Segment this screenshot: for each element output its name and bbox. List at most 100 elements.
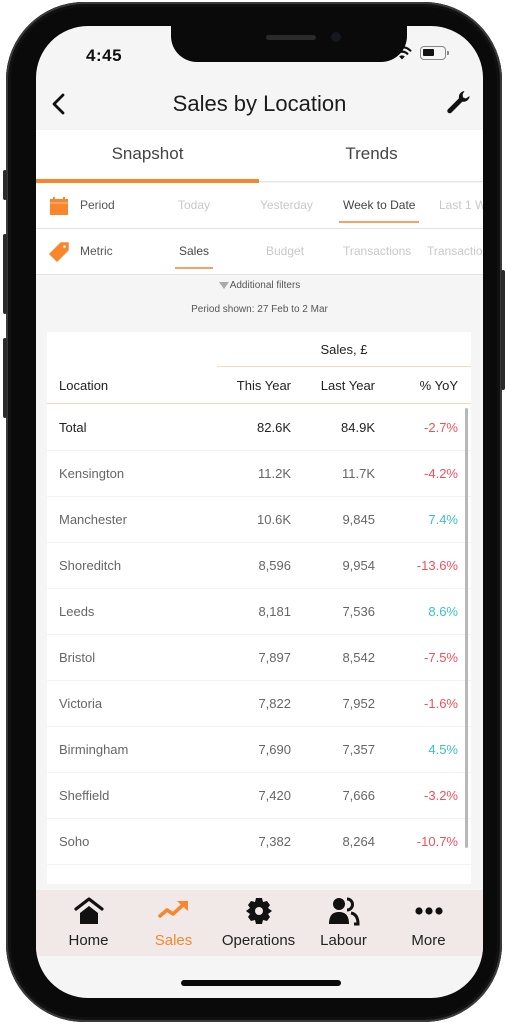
cell-last-year: 9,954 [342, 558, 375, 573]
cell-this-year: 82.6K [257, 420, 291, 435]
metric-option-transactions[interactable]: Transactions [343, 244, 411, 258]
table-row[interactable]: Kensington 11.2K 11.7K -4.2% [47, 451, 471, 497]
cell-location: Soho [59, 834, 90, 849]
cell-location: Bristol [59, 650, 96, 665]
side-button-volume-down [3, 338, 7, 418]
metric-label: Metric [80, 244, 113, 258]
cell-location: Sheffield [59, 788, 110, 803]
table-body: Total 82.6K 84.9K -2.7% Kensington 11.2K 11.7K… [47, 405, 471, 865]
tab-bar: Snapshot Trends [36, 130, 483, 183]
home-icon [73, 897, 104, 924]
table-row[interactable]: Manchester 10.6K 9,845 7.4% [47, 497, 471, 543]
cell-this-year: 11.2K [257, 466, 291, 481]
table-row[interactable]: Leeds 8,181 7,536 8.6% [47, 589, 471, 635]
cell-yoy: -2.7% [424, 420, 458, 435]
table-row[interactable]: Birmingham 7,690 7,357 4.5% [47, 727, 471, 773]
cell-this-year: 7,822 [258, 696, 291, 711]
status-time: 4:45 [86, 46, 123, 65]
cell-this-year: 8,596 [258, 558, 291, 573]
nav-more-label: More [411, 932, 446, 949]
scrollbar[interactable] [465, 408, 468, 848]
cell-location: Leeds [59, 604, 95, 619]
additional-filters-label: Additional filters [229, 280, 301, 291]
calendar-icon [50, 197, 68, 215]
cell-this-year: 7,382 [258, 834, 291, 849]
nav-more[interactable]: More [384, 890, 473, 956]
column-header-yoy[interactable]: % YoY [420, 367, 458, 404]
cell-this-year: 7,897 [258, 650, 291, 665]
cell-this-year: 8,181 [258, 604, 291, 619]
cell-this-year: 7,420 [258, 788, 291, 803]
cell-this-year: 7,690 [258, 742, 291, 757]
period-option-last-1-week[interactable]: Last 1 We [439, 198, 483, 212]
metric-option-transactions-2[interactable]: Transactio [427, 244, 483, 258]
group-header-sales: Sales, £ [217, 332, 471, 367]
period-option-yesterday[interactable]: Yesterday [260, 198, 313, 212]
cell-yoy: 4.5% [428, 742, 458, 757]
cell-last-year: 7,952 [342, 696, 375, 711]
wrench-icon[interactable] [444, 88, 472, 116]
cell-last-year: 7,536 [342, 604, 375, 619]
phone-frame: 4:45 Sales by Location Snapshot Trends P… [3, 2, 505, 1022]
tab-snapshot[interactable]: Snapshot [36, 130, 259, 183]
cell-last-year: 9,845 [342, 512, 375, 527]
metric-option-sales[interactable]: Sales [174, 244, 214, 269]
side-button-silent [3, 170, 7, 200]
cell-location: Kensington [59, 466, 125, 481]
table-header-row: Location This Year Last Year % YoY [47, 367, 471, 404]
column-header-last-year[interactable]: Last Year [321, 367, 375, 404]
home-indicator [181, 980, 341, 986]
screen: 4:45 Sales by Location Snapshot Trends P… [36, 26, 483, 998]
side-button-power [501, 270, 505, 390]
table-row[interactable]: Sheffield 7,420 7,666 -3.2% [47, 773, 471, 819]
battery-icon [420, 46, 449, 60]
bottom-nav: Home Sales Operations Labour More [36, 890, 483, 956]
tag-icon [49, 242, 69, 262]
notch [171, 26, 407, 62]
cell-last-year: 8,264 [342, 834, 375, 849]
cell-location: Victoria [59, 696, 103, 711]
cell-yoy: -4.2% [424, 466, 458, 481]
table-row-total[interactable]: Total 82.6K 84.9K -2.7% [47, 405, 471, 451]
cell-last-year: 84.9K [341, 420, 375, 435]
cell-location: Shoreditch [59, 558, 122, 573]
period-label: Period [80, 198, 115, 212]
tab-trends[interactable]: Trends [260, 130, 483, 182]
cell-yoy: -13.6% [416, 558, 458, 573]
sales-table: Sales, £ Location This Year Last Year % … [47, 332, 471, 884]
metric-option-budget[interactable]: Budget [266, 244, 304, 258]
period-filter-row: Period Today Yesterday Week to Date Last… [36, 183, 483, 229]
column-header-location[interactable]: Location [59, 367, 108, 404]
period-option-week-to-date[interactable]: Week to Date [338, 198, 420, 223]
page-title: Sales by Location [172, 91, 347, 116]
additional-filters-button[interactable]: Additional filters [36, 280, 483, 291]
cell-yoy: 8.6% [428, 604, 458, 619]
table-row[interactable]: Shoreditch 8,596 9,954 -13.6% [47, 543, 471, 589]
people-icon [328, 897, 360, 926]
cell-location: Manchester [59, 512, 127, 527]
table-row[interactable]: Soho 7,382 8,264 -10.7% [47, 819, 471, 865]
table-row[interactable]: Bristol 7,897 8,542 -7.5% [47, 635, 471, 681]
period-option-today[interactable]: Today [178, 198, 210, 212]
filter-funnel-icon [218, 281, 229, 289]
cell-last-year: 11.7K [341, 466, 375, 481]
cell-yoy: -3.2% [424, 788, 458, 803]
speaker [266, 35, 316, 40]
more-dots-icon [414, 907, 443, 915]
cell-location: Total [59, 420, 87, 435]
cell-yoy: -7.5% [424, 650, 458, 665]
cell-last-year: 7,357 [342, 742, 375, 757]
period-shown-text: Period shown: 27 Feb to 2 Mar [191, 304, 328, 315]
cell-location: Birmingham [59, 742, 129, 757]
cell-yoy: -1.6% [424, 696, 458, 711]
metric-filter-row: Metric Sales Budget Transactions Transac… [36, 229, 483, 275]
cell-yoy: -10.7% [416, 834, 458, 849]
cell-yoy: 7.4% [428, 512, 458, 527]
gear-icon [245, 898, 272, 924]
trending-up-icon [157, 901, 188, 918]
table-row[interactable]: Victoria 7,822 7,952 -1.6% [47, 681, 471, 727]
cell-last-year: 8,542 [342, 650, 375, 665]
column-header-this-year[interactable]: This Year [237, 367, 291, 404]
side-button-volume-up [3, 234, 7, 314]
nav-header: Sales by Location [36, 78, 483, 130]
